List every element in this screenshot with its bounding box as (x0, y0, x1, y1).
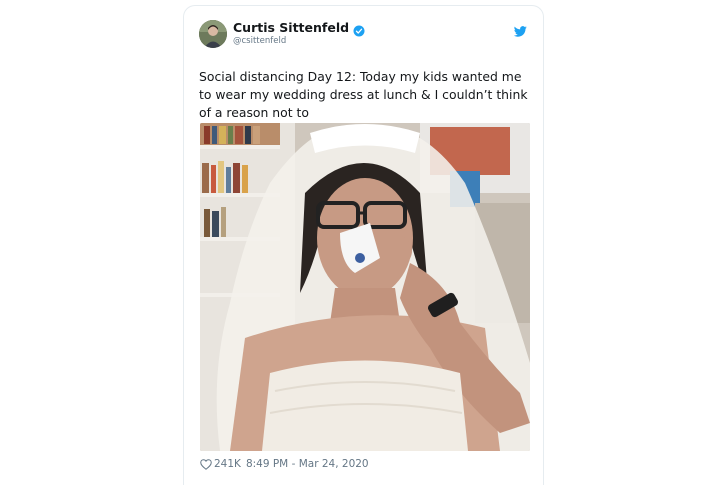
tweet-card: Curtis Sittenfeld @csittenfeld Social di… (183, 5, 544, 485)
verified-badge-icon (353, 22, 365, 36)
tweet-photo[interactable] (200, 123, 530, 451)
user-handle[interactable]: @csittenfeld (233, 36, 286, 47)
heart-icon[interactable] (200, 458, 212, 470)
timestamp[interactable]: 8:49 PM - Mar 24, 2020 (246, 457, 369, 471)
display-name[interactable]: Curtis Sittenfeld (233, 20, 349, 35)
avatar[interactable] (199, 20, 227, 48)
tweet-meta: 241K 8:49 PM - Mar 24, 2020 (200, 457, 369, 471)
name-row: Curtis Sittenfeld (233, 20, 365, 36)
bird-icon[interactable] (513, 22, 527, 37)
tweet-text: Social distancing Day 12: Today my kids … (199, 69, 528, 120)
like-count[interactable]: 241K (214, 457, 241, 471)
